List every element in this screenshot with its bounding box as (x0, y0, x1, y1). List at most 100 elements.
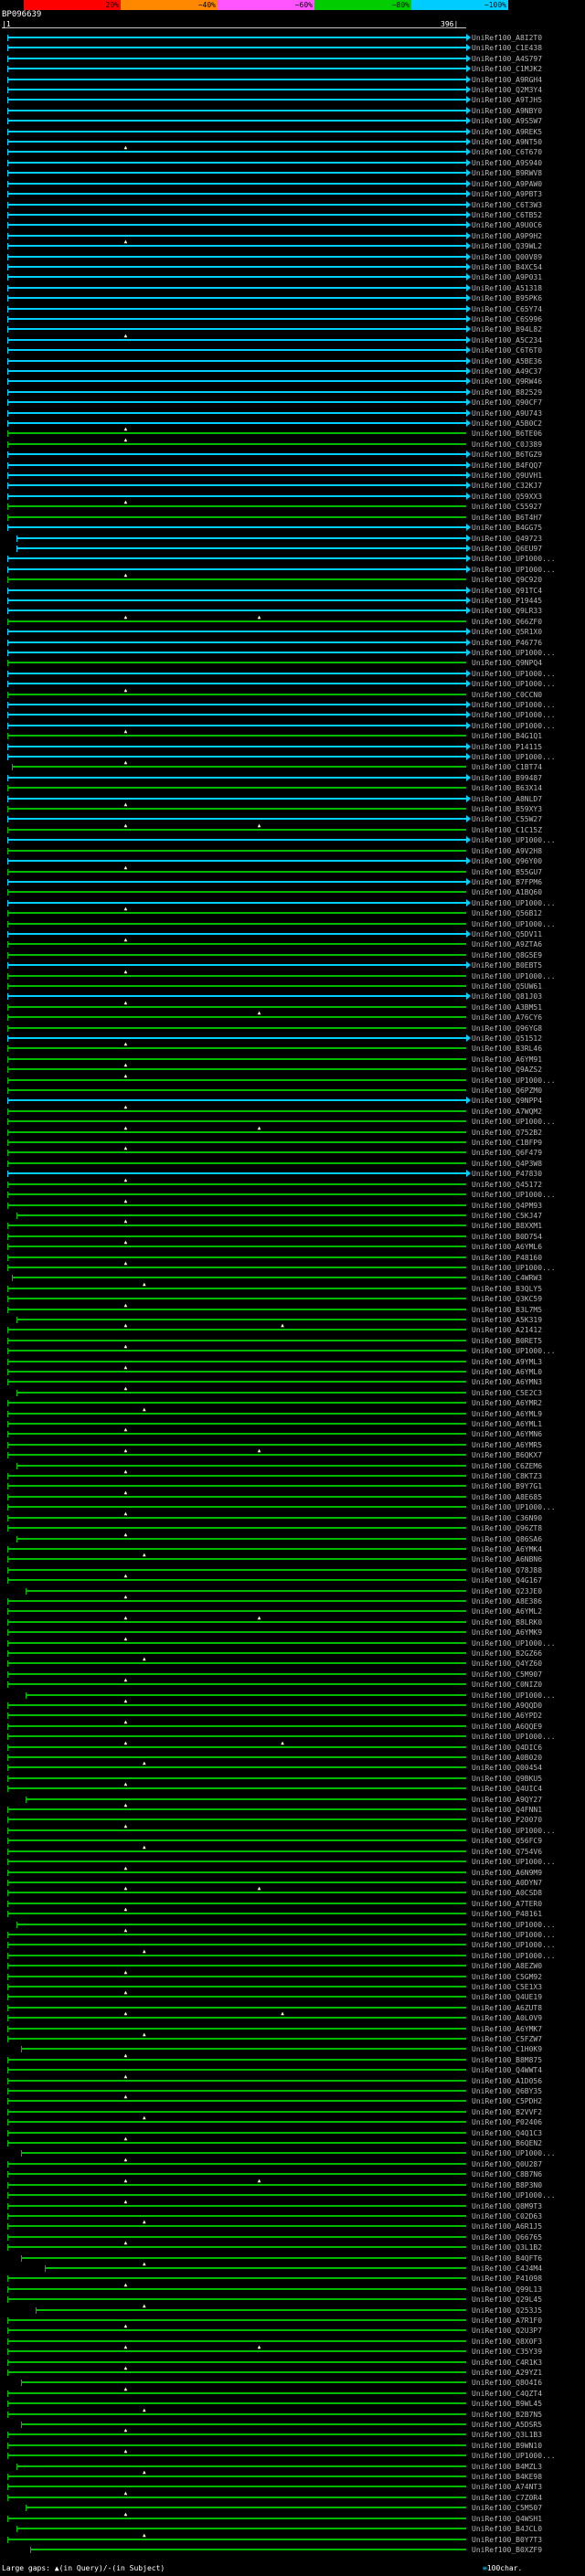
alignment-bar[interactable] (7, 265, 466, 268)
alignment-bar[interactable] (7, 2027, 466, 2030)
subject-label[interactable]: UniRef100_A6YMK4 (472, 1545, 542, 1553)
alignment-bar[interactable] (7, 89, 466, 91)
alignment-bar[interactable] (7, 1402, 466, 1405)
subject-label[interactable]: UniRef100_A6YML2 (472, 1607, 542, 1616)
alignment-bar[interactable] (7, 1881, 466, 1883)
alignment-bar[interactable] (16, 1537, 466, 1540)
subject-label[interactable]: UniRef100_A6YMN3 (472, 1378, 542, 1386)
subject-label[interactable]: UniRef100_Q78J88 (472, 1566, 542, 1574)
subject-label[interactable]: UniRef100_B8P3N0 (472, 2181, 542, 2189)
subject-label[interactable]: UniRef100_A9S940 (472, 159, 542, 167)
alignment-bar[interactable] (7, 2100, 466, 2103)
subject-label[interactable]: UniRef100_UP1000... (472, 711, 556, 719)
subject-label[interactable]: UniRef100_C6TB52 (472, 211, 542, 219)
subject-label[interactable]: UniRef100_A8EZW0 (472, 1962, 542, 1970)
alignment-bar[interactable] (7, 1871, 466, 1873)
alignment-bar[interactable] (7, 953, 466, 956)
alignment-bar[interactable] (7, 588, 466, 591)
subject-label[interactable]: UniRef100_P20070 (472, 1816, 542, 1824)
subject-label[interactable]: UniRef100_UP1000... (472, 701, 556, 709)
subject-label[interactable]: UniRef100_UP1000... (472, 1639, 556, 1648)
alignment-bar[interactable] (16, 536, 466, 539)
alignment-bar[interactable] (7, 1026, 466, 1029)
subject-label[interactable]: UniRef100_B0D754 (472, 1233, 542, 1241)
subject-label[interactable]: UniRef100_A9P031 (472, 273, 542, 281)
alignment-bar[interactable] (7, 1558, 466, 1561)
subject-label[interactable]: UniRef100_B0XZF9 (472, 2546, 542, 2554)
alignment-bar[interactable] (7, 1776, 466, 1779)
alignment-bar[interactable] (7, 2079, 466, 2082)
alignment-bar[interactable] (7, 172, 466, 175)
subject-label[interactable]: UniRef100_C4R1K3 (472, 2359, 542, 2367)
subject-label[interactable]: UniRef100_Q5DV11 (472, 930, 542, 938)
alignment-bar[interactable] (7, 2235, 466, 2238)
subject-label[interactable]: UniRef100_A9S5W7 (472, 117, 542, 125)
alignment-bar[interactable] (7, 99, 466, 101)
alignment-bar[interactable] (7, 2329, 466, 2332)
alignment-bar[interactable] (7, 2225, 466, 2228)
alignment-bar[interactable] (7, 1172, 466, 1175)
subject-label[interactable]: UniRef100_A6YMN6 (472, 1430, 542, 1438)
subject-label[interactable]: UniRef100_Q5UW61 (472, 982, 542, 991)
alignment-bar[interactable] (7, 620, 466, 622)
alignment-bar[interactable] (7, 1516, 466, 1519)
alignment-bar[interactable] (7, 2433, 466, 2436)
alignment-bar[interactable] (7, 255, 466, 258)
subject-label[interactable]: UniRef100_A9NBY0 (472, 107, 542, 115)
subject-label[interactable]: UniRef100_UP1000... (472, 1827, 556, 1835)
alignment-bar[interactable] (7, 943, 466, 946)
alignment-bar[interactable] (7, 2183, 466, 2186)
alignment-bar[interactable] (7, 1381, 466, 1383)
subject-label[interactable]: UniRef100_UP1000... (472, 1076, 556, 1085)
subject-label[interactable]: UniRef100_A6QQE9 (472, 1723, 542, 1731)
subject-label[interactable]: UniRef100_UP1000... (472, 972, 556, 981)
subject-label[interactable]: UniRef100_Q2M3Y4 (472, 86, 542, 94)
alignment-bar[interactable] (7, 328, 466, 331)
alignment-bar[interactable] (7, 1235, 466, 1237)
subject-label[interactable]: UniRef100_Q6EU97 (472, 545, 542, 553)
alignment-bar[interactable] (7, 735, 466, 737)
alignment-bar[interactable] (7, 672, 466, 674)
alignment-bar[interactable] (7, 1182, 466, 1185)
alignment-bar[interactable] (7, 286, 466, 289)
alignment-bar[interactable] (7, 1818, 466, 1821)
subject-label[interactable]: UniRef100_P02406 (472, 2118, 542, 2126)
alignment-bar[interactable] (7, 411, 466, 414)
alignment-bar[interactable] (7, 109, 466, 111)
alignment-bar[interactable] (7, 1485, 466, 1488)
subject-label[interactable]: UniRef100_A6YMR5 (472, 1441, 542, 1449)
subject-label[interactable]: UniRef100_A6NBN6 (472, 1555, 542, 1564)
subject-label[interactable]: UniRef100_A21412 (472, 1326, 542, 1334)
alignment-bar[interactable] (7, 1850, 466, 1852)
subject-label[interactable]: UniRef100_UP1000... (472, 1264, 556, 1272)
subject-label[interactable]: UniRef100_C55927 (472, 503, 542, 511)
alignment-bar[interactable] (7, 1787, 466, 1790)
subject-label[interactable]: UniRef100_Q66765 (472, 2233, 542, 2242)
subject-label[interactable]: UniRef100_Q4WSH1 (472, 2515, 542, 2523)
subject-label[interactable]: UniRef100_C02D63 (472, 2212, 542, 2221)
subject-label[interactable]: UniRef100_UP1000... (472, 899, 556, 907)
alignment-bar[interactable] (7, 37, 466, 38)
subject-label[interactable]: UniRef100_P41098 (472, 2274, 542, 2283)
alignment-bar[interactable] (26, 2507, 466, 2509)
alignment-bar[interactable] (7, 1902, 466, 1904)
alignment-bar[interactable] (7, 401, 466, 404)
alignment-bar[interactable] (7, 1329, 466, 1331)
alignment-bar[interactable] (35, 2308, 466, 2311)
subject-label[interactable]: UniRef100_C5KJ47 (472, 1212, 542, 1220)
subject-label[interactable]: UniRef100_C5GM92 (472, 1973, 542, 1981)
subject-label[interactable]: UniRef100_UP1000... (472, 1503, 556, 1511)
alignment-bar[interactable] (7, 1339, 466, 1341)
subject-label[interactable]: UniRef100_UP1000... (472, 753, 556, 761)
alignment-bar[interactable] (7, 724, 466, 726)
alignment-bar[interactable] (7, 828, 466, 831)
subject-label[interactable]: UniRef100_A0B020 (472, 1754, 542, 1762)
alignment-bar[interactable] (7, 442, 466, 445)
alignment-bar[interactable] (7, 494, 466, 497)
alignment-bar[interactable] (7, 2246, 466, 2249)
alignment-bar[interactable] (7, 161, 466, 164)
subject-label[interactable]: UniRef100_Q4Q1C3 (472, 2129, 542, 2137)
subject-label[interactable]: UniRef100_A9REK5 (472, 128, 542, 136)
subject-label[interactable]: UniRef100_UP1000... (472, 920, 556, 928)
alignment-bar[interactable] (7, 245, 466, 248)
